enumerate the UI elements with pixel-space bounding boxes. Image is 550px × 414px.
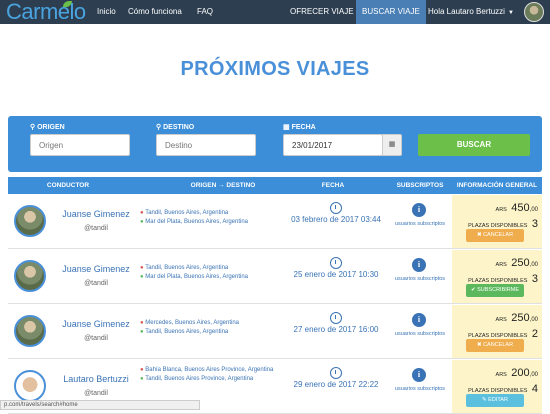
table-header: CONDUCTOR ORIGEN → DESTINO FECHA SUBSCRI… xyxy=(8,177,542,194)
trip-date: 27 enero de 2017 16:00 xyxy=(293,325,379,334)
subscribers-link[interactable]: usuarios subscriptos xyxy=(390,276,450,282)
route-origin: ● Tandil, Buenos Aires, Argentina xyxy=(140,210,229,216)
top-navbar: Carmelo Inicio Cómo funciona FAQ OFRECER… xyxy=(0,0,550,24)
route-origin: ● Mercedes, Buenos Aires, Argentina xyxy=(140,320,240,326)
map-pin-icon: ● xyxy=(140,329,144,335)
info-icon[interactable]: i xyxy=(412,258,426,272)
map-pin-icon: ● xyxy=(140,376,144,382)
route-destination: ● Mar del Plata, Buenos Aires, Argentina xyxy=(140,274,249,280)
origin-input[interactable] xyxy=(30,134,130,156)
edit-button[interactable]: ✎ EDITAR xyxy=(466,394,524,407)
subscribers-link[interactable]: usuarios subscriptos xyxy=(390,221,450,227)
trip-date: 25 enero de 2017 10:30 xyxy=(293,270,379,279)
calendar-icon: ▦ xyxy=(283,124,290,131)
col-subscriptos: SUBSCRIPTOS xyxy=(396,182,444,189)
date-input[interactable] xyxy=(283,134,383,156)
destination-label: ⚲ DESTINO xyxy=(156,124,195,131)
subscribers-link[interactable]: usuarios subscriptos xyxy=(390,331,450,337)
clock-icon xyxy=(330,367,342,379)
map-pin-icon: ● xyxy=(140,320,144,326)
driver-name[interactable]: Juanse Gimenez xyxy=(56,209,136,219)
search-panel: ⚲ ORIGEN ⚲ DESTINO ▦ FECHA ▦ BUSCAR xyxy=(8,116,542,172)
trip-info: ARS 200,00 PLAZAS DISPONIBLES 4 ✎ EDITAR xyxy=(452,360,542,413)
route-origin: ● Bahía Blanca, Buenos Aires Province, A… xyxy=(140,367,274,373)
nav-ofrecer-viaje[interactable]: OFRECER VIAJE xyxy=(290,0,354,24)
map-pin-icon: ● xyxy=(140,210,144,216)
trip-info: ARS 250,00 PLAZAS DISPONIBLES 2 ✖ CANCEL… xyxy=(452,305,542,358)
map-pin-icon: ● xyxy=(140,274,144,280)
clock-icon xyxy=(330,257,342,269)
browser-status-url: p.com/travels/search#home xyxy=(0,400,200,410)
user-avatar[interactable] xyxy=(524,2,544,22)
map-pin-icon: ● xyxy=(140,219,144,225)
page-title: PRÓXIMOS VIAJES xyxy=(180,58,370,80)
cancel-button[interactable]: ✖ CANCELAR xyxy=(466,339,524,352)
col-route: ORIGEN → DESTINO xyxy=(190,182,256,189)
cancel-button[interactable]: ✖ CANCELAR xyxy=(466,229,524,242)
user-menu[interactable]: Hola Lautaro Bertuzzi ▼ xyxy=(428,0,514,24)
trip-info: ARS 250,00 PLAZAS DISPONIBLES 3 ✔ SUBSCR… xyxy=(452,250,542,303)
user-greeting: Hola Lautaro Bertuzzi xyxy=(428,7,505,16)
route-destination: ● Tandil, Buenos Aires, Argentina xyxy=(140,329,229,335)
map-pin-icon: ● xyxy=(140,367,144,373)
clock-icon xyxy=(330,202,342,214)
subscribe-button[interactable]: ✔ SUBSCRIBIRME xyxy=(466,284,524,297)
trip-info: ARS 450,00 PLAZAS DISPONIBLES 3 ✖ CANCEL… xyxy=(452,195,542,248)
driver-avatar[interactable] xyxy=(14,315,46,347)
calendar-button[interactable]: ▦ xyxy=(382,134,402,156)
origin-label: ⚲ ORIGEN xyxy=(30,124,65,131)
driver-avatar[interactable] xyxy=(14,205,46,237)
route-destination: ● Mar del Plata, Buenos Aires, Argentina xyxy=(140,219,249,225)
info-icon[interactable]: i xyxy=(412,313,426,327)
trip-date: 03 febrero de 2017 03:44 xyxy=(291,215,381,224)
table-row: Juanse Gimenez @tandil ● Mercedes, Bueno… xyxy=(8,305,542,359)
nav-buscar-viaje[interactable]: BUSCAR VIAJE xyxy=(356,0,426,24)
chevron-down-icon: ▼ xyxy=(507,10,514,16)
nav-faq[interactable]: FAQ xyxy=(197,0,213,24)
destination-input[interactable] xyxy=(156,134,256,156)
table-row: Juanse Gimenez @tandil ● Tandil, Buenos … xyxy=(8,250,542,304)
driver-handle: @tandil xyxy=(84,390,108,397)
date-label: ▦ FECHA xyxy=(283,124,316,131)
logo-text: Carmelo xyxy=(6,0,86,24)
col-conductor: CONDUCTOR xyxy=(46,182,90,189)
map-pin-icon: ⚲ xyxy=(30,124,36,131)
col-fecha: FECHA xyxy=(321,182,345,189)
route-origin: ● Tandil, Buenos Aires, Argentina xyxy=(140,265,229,271)
carmelo-logo[interactable]: Carmelo xyxy=(6,0,86,24)
table-row: Juanse Gimenez @tandil ● Tandil, Buenos … xyxy=(8,195,542,249)
driver-name[interactable]: Lautaro Bertuzzi xyxy=(56,374,136,384)
subscribers-link[interactable]: usuarios subscriptos xyxy=(390,386,450,392)
info-icon[interactable]: i xyxy=(412,203,426,217)
driver-handle: @tandil xyxy=(84,280,108,287)
route-destination: ● Tandil, Buenos Aires Province, Argenti… xyxy=(140,376,254,382)
info-icon[interactable]: i xyxy=(412,368,426,382)
clock-icon xyxy=(330,312,342,324)
trip-date: 29 enero de 2017 22:22 xyxy=(293,380,379,389)
nav-como-funciona[interactable]: Cómo funciona xyxy=(128,0,182,24)
driver-name[interactable]: Juanse Gimenez xyxy=(56,264,136,274)
driver-avatar[interactable] xyxy=(14,370,46,402)
driver-avatar[interactable] xyxy=(14,260,46,292)
driver-name[interactable]: Juanse Gimenez xyxy=(56,319,136,329)
col-info: INFORMACIÓN GENERAL xyxy=(456,182,538,189)
nav-inicio[interactable]: Inicio xyxy=(97,0,116,24)
driver-handle: @tandil xyxy=(84,225,108,232)
search-button[interactable]: BUSCAR xyxy=(418,134,530,156)
map-pin-icon: ⚲ xyxy=(156,124,162,131)
driver-handle: @tandil xyxy=(84,335,108,342)
map-pin-icon: ● xyxy=(140,265,144,271)
